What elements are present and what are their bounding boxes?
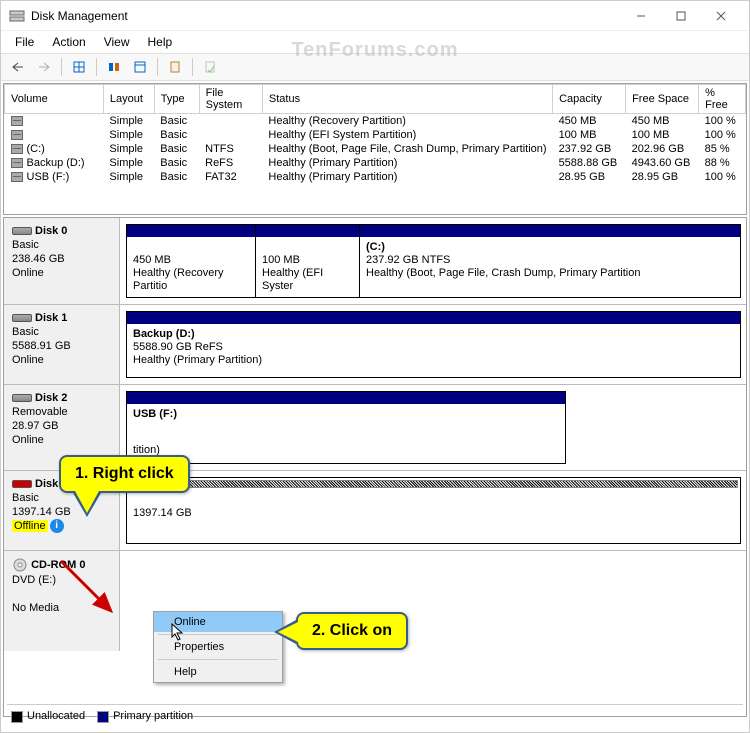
volume-row[interactable]: SimpleBasicHealthy (EFI System Partition… (5, 128, 746, 142)
volume-list: Volume Layout Type File System Status Ca… (3, 83, 747, 215)
toolbar (1, 53, 749, 81)
close-button[interactable] (701, 2, 741, 30)
legend: Unallocated Primary partition (7, 704, 743, 728)
col-layout[interactable]: Layout (103, 85, 154, 114)
offline-status: Offline (12, 520, 48, 532)
menu-item-help[interactable]: Help (154, 662, 282, 682)
legend-unallocated-icon (11, 711, 23, 723)
titlebar: Disk Management (1, 1, 749, 31)
volume-row[interactable]: Backup (D:)SimpleBasicReFSHealthy (Prima… (5, 156, 746, 170)
partition[interactable]: 100 MBHealthy (EFI Syster (255, 224, 360, 298)
context-menu: Online Properties Help (153, 611, 283, 683)
col-pct[interactable]: % Free (699, 85, 746, 114)
menu-action[interactable]: Action (44, 33, 93, 51)
info-icon[interactable]: i (50, 519, 64, 533)
col-type[interactable]: Type (154, 85, 199, 114)
volume-row[interactable]: (C:)SimpleBasicNTFSHealthy (Boot, Page F… (5, 142, 746, 156)
window-title: Disk Management (31, 9, 621, 23)
list-icon[interactable] (129, 56, 151, 78)
volume-row[interactable]: SimpleBasicHealthy (Recovery Partition)4… (5, 114, 746, 129)
disk-icon (12, 227, 32, 235)
legend-primary-icon (97, 711, 109, 723)
cdrom-icon (12, 557, 28, 573)
col-status[interactable]: Status (262, 85, 552, 114)
partition[interactable]: 450 MBHealthy (Recovery Partitio (126, 224, 256, 298)
partition-backup[interactable]: Backup (D:)5588.90 GB ReFSHealthy (Prima… (126, 311, 741, 378)
col-capacity[interactable]: Capacity (553, 85, 626, 114)
disk-icon (12, 314, 32, 322)
disk-0-row: Disk 0 Basic 238.46 GB Online 450 MBHeal… (4, 218, 746, 305)
menu-file[interactable]: File (7, 33, 42, 51)
disk-1-row: Disk 1 Basic 5588.91 GB Online Backup (D… (4, 305, 746, 385)
col-free[interactable]: Free Space (626, 85, 699, 114)
disk-1-info[interactable]: Disk 1 Basic 5588.91 GB Online (4, 305, 120, 384)
col-fs[interactable]: File System (199, 85, 262, 114)
callout-2: 2. Click on (296, 612, 408, 650)
disk-icon (12, 394, 32, 402)
minimize-button[interactable] (621, 2, 661, 30)
disk-0-info[interactable]: Disk 0 Basic 238.46 GB Online (4, 218, 120, 304)
partition-unallocated[interactable]: 1397.14 GB (126, 477, 741, 544)
forward-button[interactable] (33, 56, 55, 78)
properties-icon[interactable] (164, 56, 186, 78)
help-icon[interactable] (199, 56, 221, 78)
menubar: File Action View Help (1, 31, 749, 53)
mouse-cursor (171, 623, 187, 643)
red-arrow (56, 556, 126, 626)
menu-view[interactable]: View (96, 33, 138, 51)
disk-error-icon (12, 480, 32, 488)
partition-c[interactable]: (C:)237.92 GB NTFSHealthy (Boot, Page Fi… (359, 224, 741, 298)
menu-help[interactable]: Help (140, 33, 181, 51)
volume-row[interactable]: USB (F:)SimpleBasicFAT32Healthy (Primary… (5, 170, 746, 184)
maximize-button[interactable] (661, 2, 701, 30)
callout-1: 1. Right click (59, 455, 190, 493)
back-button[interactable] (7, 56, 29, 78)
settings-icon[interactable] (68, 56, 90, 78)
app-icon (9, 8, 25, 24)
refresh-icon[interactable] (103, 56, 125, 78)
partition-usb[interactable]: USB (F:) tition) (126, 391, 566, 464)
col-volume[interactable]: Volume (5, 85, 104, 114)
